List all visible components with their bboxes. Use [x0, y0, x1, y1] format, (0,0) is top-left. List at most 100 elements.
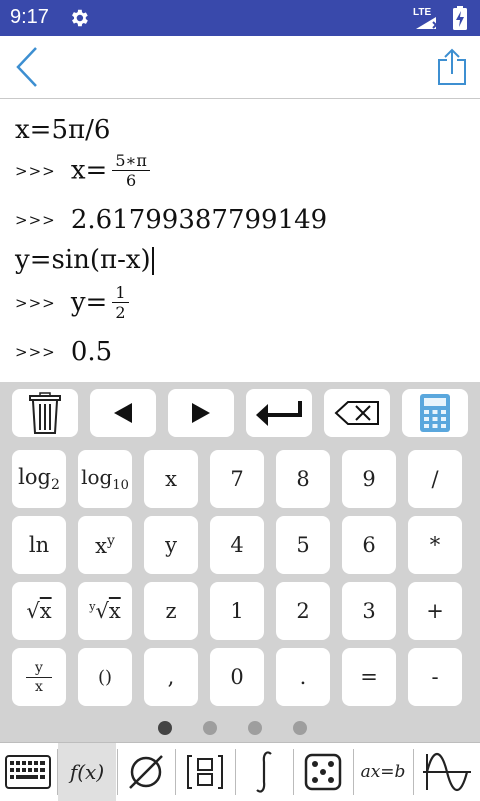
result-line-2: >>> x= 5∗π 6 — [15, 151, 150, 190]
cursor-left-button[interactable] — [90, 389, 156, 437]
result-lhs: x= — [70, 155, 108, 186]
result-value: 0.5 — [70, 337, 113, 367]
ln-key[interactable]: ln — [12, 516, 66, 574]
status-time: 9:17 — [10, 6, 49, 28]
page-dot-1[interactable] — [158, 721, 172, 735]
y-key[interactable]: y — [144, 516, 198, 574]
log10-label: log10 — [81, 465, 129, 493]
status-bar: 9:17 LTE — [0, 0, 480, 36]
text-cursor — [151, 247, 154, 275]
input-line-4[interactable]: y=sin(π-x) — [15, 245, 154, 275]
settings-gear-icon — [72, 9, 88, 27]
power-key[interactable]: xy — [78, 516, 132, 574]
divide-key[interactable]: / — [408, 450, 462, 508]
fraction-key-num: y — [35, 659, 43, 676]
calculator-icon — [420, 394, 450, 432]
network-label: LTE — [413, 7, 431, 18]
parentheses-key[interactable]: () — [78, 648, 132, 706]
prompt-marker: >>> — [15, 293, 56, 312]
output-console[interactable]: x=5π/6 >>> x= 5∗π 6 >>> 2.61799387799149… — [0, 99, 480, 382]
digit-5-key[interactable]: 5 — [276, 516, 330, 574]
fraction-numerator: 1 — [115, 283, 126, 302]
page-dot-4[interactable] — [293, 721, 307, 735]
clear-all-button[interactable] — [12, 389, 78, 437]
digit-1-key[interactable]: 1 — [210, 582, 264, 640]
cursor-right-button[interactable] — [168, 389, 234, 437]
bottom-tab-bar: f(x) ax=b — [0, 742, 480, 801]
app-toolbar — [0, 36, 480, 99]
log2-key[interactable]: log2 — [12, 450, 66, 508]
minus-key[interactable]: - — [408, 648, 462, 706]
tab-random[interactable] — [294, 743, 352, 801]
nth-root-key[interactable]: y√x — [78, 582, 132, 640]
tab-keyboard[interactable] — [0, 743, 56, 801]
digit-3-key[interactable]: 3 — [342, 582, 396, 640]
digit-8-key[interactable]: 8 — [276, 450, 330, 508]
result-line-5: >>> y= 1 2 — [15, 283, 129, 322]
fraction: 5∗π 6 — [112, 151, 150, 190]
digit-4-key[interactable]: 4 — [210, 516, 264, 574]
enter-button[interactable] — [246, 389, 312, 437]
keyboard-icon — [5, 755, 51, 789]
digit-7-key[interactable]: 7 — [210, 450, 264, 508]
trash-icon — [29, 392, 61, 434]
fraction-numerator: 5∗π — [115, 151, 147, 170]
digit-6-key[interactable]: 6 — [342, 516, 396, 574]
comma-key[interactable]: , — [144, 648, 198, 706]
share-icon[interactable] — [436, 48, 468, 86]
input-text: y=sin(π-x) — [15, 245, 151, 275]
decimal-point-key[interactable]: . — [276, 648, 330, 706]
page-dot-3[interactable] — [248, 721, 262, 735]
power-label: xy — [95, 532, 115, 558]
digit-2-key[interactable]: 2 — [276, 582, 330, 640]
fraction-denominator: 6 — [112, 170, 150, 190]
fraction: 1 2 — [112, 283, 129, 322]
plus-key[interactable]: + — [408, 582, 462, 640]
backspace-button[interactable] — [324, 389, 390, 437]
log2-label: log2 — [18, 464, 60, 494]
result-line-3: >>> 2.61799387799149 — [15, 205, 327, 235]
tab-equation[interactable]: ax=b — [354, 743, 412, 801]
digit-0-key[interactable]: 0 — [210, 648, 264, 706]
square-root-key[interactable]: √x — [12, 582, 66, 640]
tab-function[interactable]: f(x) — [58, 743, 116, 801]
x-key[interactable]: x — [144, 450, 198, 508]
backspace-icon — [334, 401, 379, 425]
battery-charging-icon — [453, 6, 467, 30]
nth-root-label: y√x — [89, 599, 121, 623]
empty-set-icon — [129, 755, 163, 789]
tab-integral[interactable] — [236, 743, 292, 801]
page-dot-2[interactable] — [203, 721, 217, 735]
dice-icon — [304, 753, 342, 791]
result-line-6: >>> 0.5 — [15, 337, 112, 367]
result-lhs: y= — [70, 287, 108, 318]
keypad: log2 log10 x 7 8 9 / ln xy y 4 5 6 * √x … — [0, 382, 480, 742]
arrow-right-icon — [192, 403, 210, 423]
multiply-key[interactable]: * — [408, 516, 462, 574]
prompt-marker: >>> — [15, 211, 56, 229]
arrow-left-icon — [114, 403, 132, 423]
fraction-key[interactable]: y x — [12, 648, 66, 706]
equals-key[interactable]: = — [342, 648, 396, 706]
prompt-marker: >>> — [15, 343, 56, 361]
fraction-key-den: x — [35, 678, 43, 695]
matrix-icon — [187, 755, 223, 789]
fraction-denominator: 2 — [112, 302, 129, 322]
tab-graph[interactable] — [414, 743, 480, 801]
result-value: 2.61799387799149 — [70, 205, 328, 235]
prompt-marker: >>> — [15, 161, 56, 180]
calculator-mode-button[interactable] — [402, 389, 468, 437]
input-line-1: x=5π/6 — [15, 115, 111, 145]
log10-key[interactable]: log10 — [78, 450, 132, 508]
tab-matrix[interactable] — [176, 743, 234, 801]
enter-return-icon — [256, 401, 302, 426]
digit-9-key[interactable]: 9 — [342, 450, 396, 508]
sqrt-label: √x — [26, 599, 52, 623]
keypad-page-indicator — [0, 716, 480, 740]
tab-empty-set[interactable] — [118, 743, 174, 801]
graph-sine-icon — [423, 752, 471, 792]
z-key[interactable]: z — [144, 582, 198, 640]
integral-icon — [256, 751, 272, 793]
back-chevron-icon[interactable] — [14, 46, 40, 88]
signal-lte-icon: LTE — [413, 7, 440, 29]
